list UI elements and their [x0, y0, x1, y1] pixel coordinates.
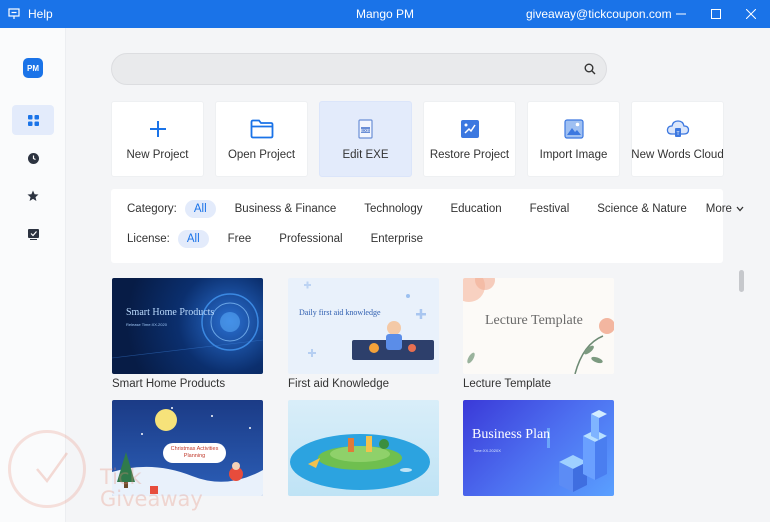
license-filter-row: License: All Free Professional Enterpris… — [127, 230, 442, 248]
image-icon — [563, 119, 584, 139]
check-mark-icon — [36, 452, 69, 484]
action-label: Import Image — [539, 149, 608, 161]
thumb-subtitle: Release Time:XX.2020 — [126, 322, 167, 327]
sidebar-item-templates[interactable] — [12, 105, 54, 135]
action-label: Edit EXE — [342, 149, 389, 161]
new-words-cloud-button[interactable]: T New Words Cloud — [631, 101, 724, 177]
scrollbar-thumb[interactable] — [739, 270, 744, 292]
watermark-text: Tick Giveaway — [100, 466, 203, 510]
help-icon — [8, 8, 20, 19]
import-image-button[interactable]: Import Image — [527, 101, 620, 177]
grid-icon — [27, 114, 39, 126]
title-bar: Help Mango PM giveaway@tickcoupon.com — [0, 0, 770, 28]
close-icon — [746, 9, 756, 19]
clock-icon — [27, 152, 39, 164]
template-thumbnail[interactable]: Business Plan Time:XX.2020X — [463, 400, 614, 496]
template-card-smart-home[interactable]: Smart Home Products Release Time:XX.2020… — [112, 278, 263, 390]
template-thumbnail[interactable] — [288, 400, 439, 496]
license-chip[interactable]: Free — [219, 230, 261, 248]
category-chip[interactable]: Business & Finance — [226, 200, 346, 218]
category-chip[interactable]: Technology — [355, 200, 431, 218]
thumb-subtitle: Time:XX.2020X — [473, 448, 501, 453]
chevron-down-icon — [736, 206, 744, 212]
license-chip[interactable]: All — [177, 230, 209, 248]
search-bar[interactable] — [111, 53, 607, 85]
template-name: First aid Knowledge — [288, 378, 389, 390]
more-categories-button[interactable]: More — [706, 203, 744, 215]
category-chip[interactable]: Festival — [521, 200, 579, 218]
category-chip[interactable]: Education — [441, 200, 510, 218]
thumb-title: Business Plan — [472, 427, 551, 442]
watermark-line2: Giveaway — [100, 487, 203, 511]
thumb-title: Lecture Template — [485, 313, 583, 328]
restore-icon — [460, 120, 479, 138]
svg-text:T: T — [676, 131, 679, 137]
action-label: New Words Cloud — [631, 149, 724, 161]
thumb-title: Christmas Activities Planning — [170, 446, 219, 459]
help-menu[interactable]: Help — [8, 7, 53, 21]
template-card-first-aid[interactable]: Daily first aid knowledge First aid Know… — [288, 278, 439, 390]
minimize-button[interactable] — [671, 4, 691, 24]
minimize-icon — [676, 13, 686, 15]
user-email[interactable]: giveaway@tickcoupon.com — [526, 7, 672, 21]
edit-exe-button[interactable]: EXE Edit EXE — [319, 101, 412, 177]
app-logo: PM — [23, 58, 43, 78]
action-label: Restore Project — [429, 149, 510, 161]
close-button[interactable] — [741, 4, 761, 24]
template-card-lecture[interactable]: Lecture Template Lecture Template — [463, 278, 614, 390]
license-chip[interactable]: Enterprise — [362, 230, 432, 248]
template-thumbnail[interactable]: Lecture Template — [463, 278, 614, 374]
folder-icon — [250, 119, 273, 139]
template-card-business-plan[interactable]: Business Plan Time:XX.2020X — [463, 400, 614, 500]
license-chip[interactable]: Professional — [270, 230, 351, 248]
category-label: Category: — [127, 203, 177, 215]
restore-project-button[interactable]: Restore Project — [423, 101, 516, 177]
thumb-title: Daily first aid knowledge — [299, 308, 381, 317]
category-chip[interactable]: Science & Nature — [588, 200, 696, 218]
plus-icon — [149, 121, 166, 137]
template-name: Lecture Template — [463, 378, 552, 390]
task-check-icon — [27, 228, 39, 240]
action-label: Open Project — [227, 149, 296, 161]
first-aid-illustration — [304, 281, 434, 360]
license-label: License: — [127, 233, 170, 245]
maximize-icon — [711, 9, 721, 19]
new-project-button[interactable]: New Project — [111, 101, 204, 177]
category-filter-row: Category: All Business & Finance Technol… — [127, 200, 744, 218]
thumb-title-box: Christmas Activities Planning — [163, 443, 226, 463]
watermark-line1: Tick — [100, 465, 142, 489]
filter-panel: Category: All Business & Finance Technol… — [111, 189, 744, 263]
exe-file-icon: EXE — [357, 119, 373, 139]
sidebar-item-recent[interactable] — [12, 143, 54, 173]
thumb-title: Smart Home Products — [126, 307, 215, 318]
action-label: New Project — [126, 149, 189, 161]
template-thumbnail[interactable]: Daily first aid knowledge — [288, 278, 439, 374]
template-thumbnail[interactable]: Smart Home Products Release Time:XX.2020 — [112, 278, 263, 374]
template-card-island[interactable] — [288, 400, 439, 500]
search-icon[interactable] — [584, 63, 596, 75]
more-label: More — [705, 203, 732, 215]
svg-text:EXE: EXE — [360, 128, 369, 133]
maximize-button[interactable] — [706, 4, 726, 24]
sidebar-item-tasks[interactable] — [12, 219, 54, 249]
open-project-button[interactable]: Open Project — [215, 101, 308, 177]
words-cloud-icon: T — [666, 120, 689, 137]
star-icon — [27, 190, 39, 201]
category-chip[interactable]: All — [184, 200, 216, 218]
template-name: Smart Home Products — [112, 378, 226, 390]
sidebar-item-favorites[interactable] — [12, 181, 54, 211]
watermark-logo — [8, 430, 86, 508]
island-illustration — [290, 434, 430, 490]
help-label: Help — [28, 7, 53, 21]
main-content: New Project Open Project EXE Edit EXE Re… — [66, 28, 770, 522]
search-input[interactable] — [126, 61, 566, 79]
